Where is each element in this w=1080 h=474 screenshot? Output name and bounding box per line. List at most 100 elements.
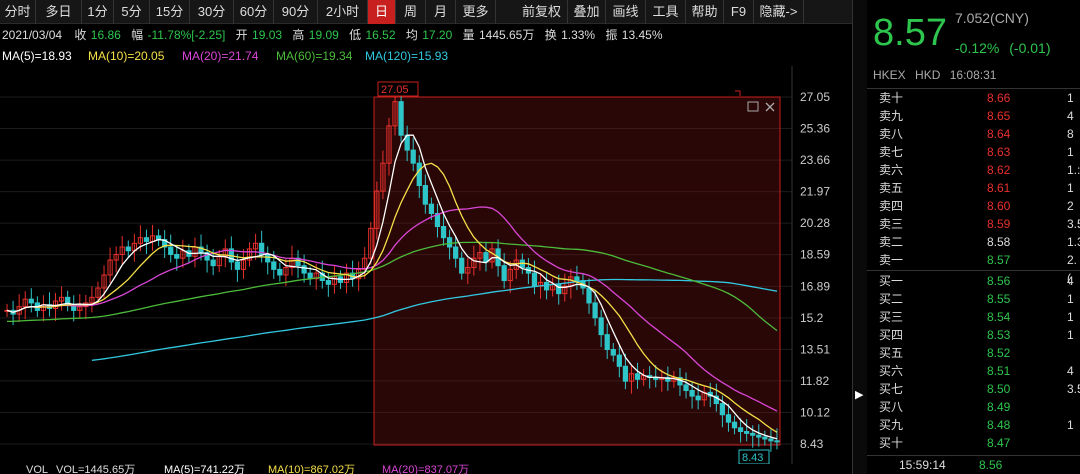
ask-row[interactable]: 卖一 8.57 2.( bbox=[867, 251, 1080, 285]
toolbar-item[interactable]: 隐藏-> bbox=[754, 0, 804, 24]
y-tick-label: 23.66 bbox=[800, 153, 830, 167]
level-volume: 1 bbox=[1067, 418, 1074, 432]
toolbar-item[interactable]: 月 bbox=[426, 0, 456, 24]
toolbar-item[interactable]: 画线 bbox=[606, 0, 646, 24]
toolbar-item[interactable]: 叠加 bbox=[568, 0, 606, 24]
toolbar-item[interactable]: 分时 bbox=[0, 0, 36, 24]
candle-body bbox=[125, 246, 131, 252]
candle-body bbox=[695, 395, 701, 401]
toolbar-item[interactable]: 前复权 bbox=[516, 0, 568, 24]
level-price: 8.56 bbox=[987, 274, 1011, 288]
ask-row[interactable]: 卖二 8.58 1.3 bbox=[867, 233, 1080, 251]
candle-body bbox=[440, 226, 447, 239]
toolbar-item[interactable]: 帮助 bbox=[686, 0, 724, 24]
open-label: 开 bbox=[235, 28, 248, 42]
bid-row[interactable]: 买九 8.48 1 bbox=[867, 416, 1080, 434]
toolbar-item[interactable]: 工具 bbox=[646, 0, 686, 24]
candle-body bbox=[501, 265, 507, 282]
y-tick-label: 21.97 bbox=[800, 185, 830, 199]
ask-row[interactable]: 卖九 8.65 4 bbox=[867, 107, 1080, 125]
level-price: 8.50 bbox=[987, 382, 1011, 396]
candle-body bbox=[574, 276, 580, 282]
toolbar-item[interactable]: 1分 bbox=[82, 0, 114, 24]
level-price: 8.61 bbox=[987, 181, 1011, 195]
ask-row[interactable]: 卖五 8.61 1 bbox=[867, 179, 1080, 197]
bid-row[interactable]: 买四 8.53 1 bbox=[867, 326, 1080, 344]
period-toolbar: 分时 多日 1分 5分 15分 30分 60分 90分 2小时日周月更多 前复权 叠加 画线 工具 帮助 F… bbox=[0, 0, 852, 24]
toolbar-item[interactable]: 90分 bbox=[274, 0, 318, 24]
open-value: 19.03 bbox=[252, 28, 283, 42]
toolbar-item[interactable]: 15分 bbox=[150, 0, 190, 24]
toolbar-item[interactable]: F9 bbox=[724, 0, 754, 24]
amplitude-value: 13.45% bbox=[621, 28, 663, 42]
ma120-value: MA(120)=15.93 bbox=[365, 49, 449, 63]
y-tick-label: 27.05 bbox=[800, 90, 830, 104]
ask-row[interactable]: 卖八 8.64 8 bbox=[867, 125, 1080, 143]
bid-row[interactable]: 买七 8.50 3.5 bbox=[867, 380, 1080, 398]
toolbar-item[interactable]: 5分 bbox=[114, 0, 150, 24]
ask-row[interactable]: 卖十 8.66 1 bbox=[867, 89, 1080, 107]
level-label: 卖三 bbox=[879, 217, 904, 231]
candle-body bbox=[586, 287, 592, 304]
candle-body bbox=[210, 259, 216, 267]
toolbar-item[interactable]: 多日 bbox=[36, 0, 82, 24]
bid-row[interactable]: 买二 8.55 1 bbox=[867, 290, 1080, 308]
ask-row[interactable]: 卖三 8.59 3.5 bbox=[867, 215, 1080, 233]
toolbar-item[interactable]: 60分 bbox=[234, 0, 274, 24]
toolbar-item[interactable]: 日 bbox=[368, 0, 396, 24]
level-volume: 4 bbox=[1067, 364, 1074, 378]
y-tick-label: 13.51 bbox=[800, 342, 830, 356]
tick-row: 15:59:14 8.56 bbox=[867, 458, 1080, 474]
candle-body bbox=[719, 403, 726, 416]
avg-label: 均 bbox=[405, 28, 418, 42]
level-label: 卖七 bbox=[879, 145, 904, 159]
candle-body bbox=[616, 354, 622, 367]
level-label: 卖八 bbox=[879, 127, 904, 141]
toolbar-item[interactable]: 周 bbox=[396, 0, 426, 24]
candle-body bbox=[453, 246, 459, 259]
y-tick-label: 25.36 bbox=[800, 121, 830, 135]
bid-row[interactable]: 买八 8.49 bbox=[867, 398, 1080, 416]
candle-body bbox=[622, 365, 629, 382]
level-volume: 1 bbox=[1067, 310, 1074, 324]
ask-row[interactable]: 卖四 8.60 2 bbox=[867, 197, 1080, 215]
bid-row[interactable]: 买十 8.47 bbox=[867, 434, 1080, 452]
amplitude-label: 振 bbox=[605, 28, 618, 42]
toolbar-item[interactable]: 更多 bbox=[456, 0, 496, 24]
level-label: 买七 bbox=[879, 382, 904, 396]
candle-body bbox=[234, 261, 241, 270]
candle-body bbox=[143, 237, 150, 242]
toolbar-item[interactable]: 30分 bbox=[190, 0, 234, 24]
level-volume: 1 bbox=[1067, 292, 1074, 306]
candle-body bbox=[277, 268, 283, 276]
trading-window: 分时 多日 1分 5分 15分 30分 60分 90分 2小时日周月更多 前复权 叠加 画线 工具 帮助 F… bbox=[0, 0, 1080, 474]
ask-row[interactable]: 卖六 8.62 1.: bbox=[867, 161, 1080, 179]
candle-body bbox=[301, 265, 307, 274]
kline-chart[interactable]: 27.05 25.36 23.66 21.97 20.28 18.59 16.89 15.2 1… bbox=[0, 66, 852, 464]
bid-row[interactable]: 买一 8.56 4 bbox=[867, 272, 1080, 290]
level-volume: 3.5 bbox=[1067, 217, 1080, 231]
tick-price: 8.56 bbox=[979, 458, 1003, 472]
level-volume: 1 bbox=[1067, 328, 1074, 342]
bid-row[interactable]: 买五 8.52 bbox=[867, 344, 1080, 362]
level-volume: 1.: bbox=[1067, 163, 1080, 177]
candle-body bbox=[731, 421, 738, 429]
cny-price: 7.052(CNY) bbox=[955, 10, 1029, 26]
close-label: 收 bbox=[74, 28, 87, 42]
y-tick-label: 15.2 bbox=[800, 311, 824, 325]
candle-body bbox=[543, 281, 550, 291]
ask-row[interactable]: 卖七 8.63 1 bbox=[867, 143, 1080, 161]
level-price: 8.48 bbox=[987, 418, 1011, 432]
bid-row[interactable]: 买六 8.51 4 bbox=[867, 362, 1080, 380]
level-label: 买一 bbox=[879, 274, 904, 288]
panel-splitter[interactable] bbox=[852, 0, 867, 474]
level-volume: 1 bbox=[1067, 91, 1074, 105]
play-arrow-icon[interactable]: ▶ bbox=[855, 388, 863, 401]
level-label: 卖二 bbox=[879, 235, 904, 249]
bid-row[interactable]: 买三 8.54 1 bbox=[867, 308, 1080, 326]
level-label: 卖五 bbox=[879, 181, 904, 195]
price-change: -0.12% (-0.01) bbox=[955, 40, 1050, 56]
level-price: 8.66 bbox=[987, 91, 1011, 105]
volume-label: 量 bbox=[462, 28, 475, 42]
toolbar-item[interactable]: 2小时 bbox=[318, 0, 368, 24]
